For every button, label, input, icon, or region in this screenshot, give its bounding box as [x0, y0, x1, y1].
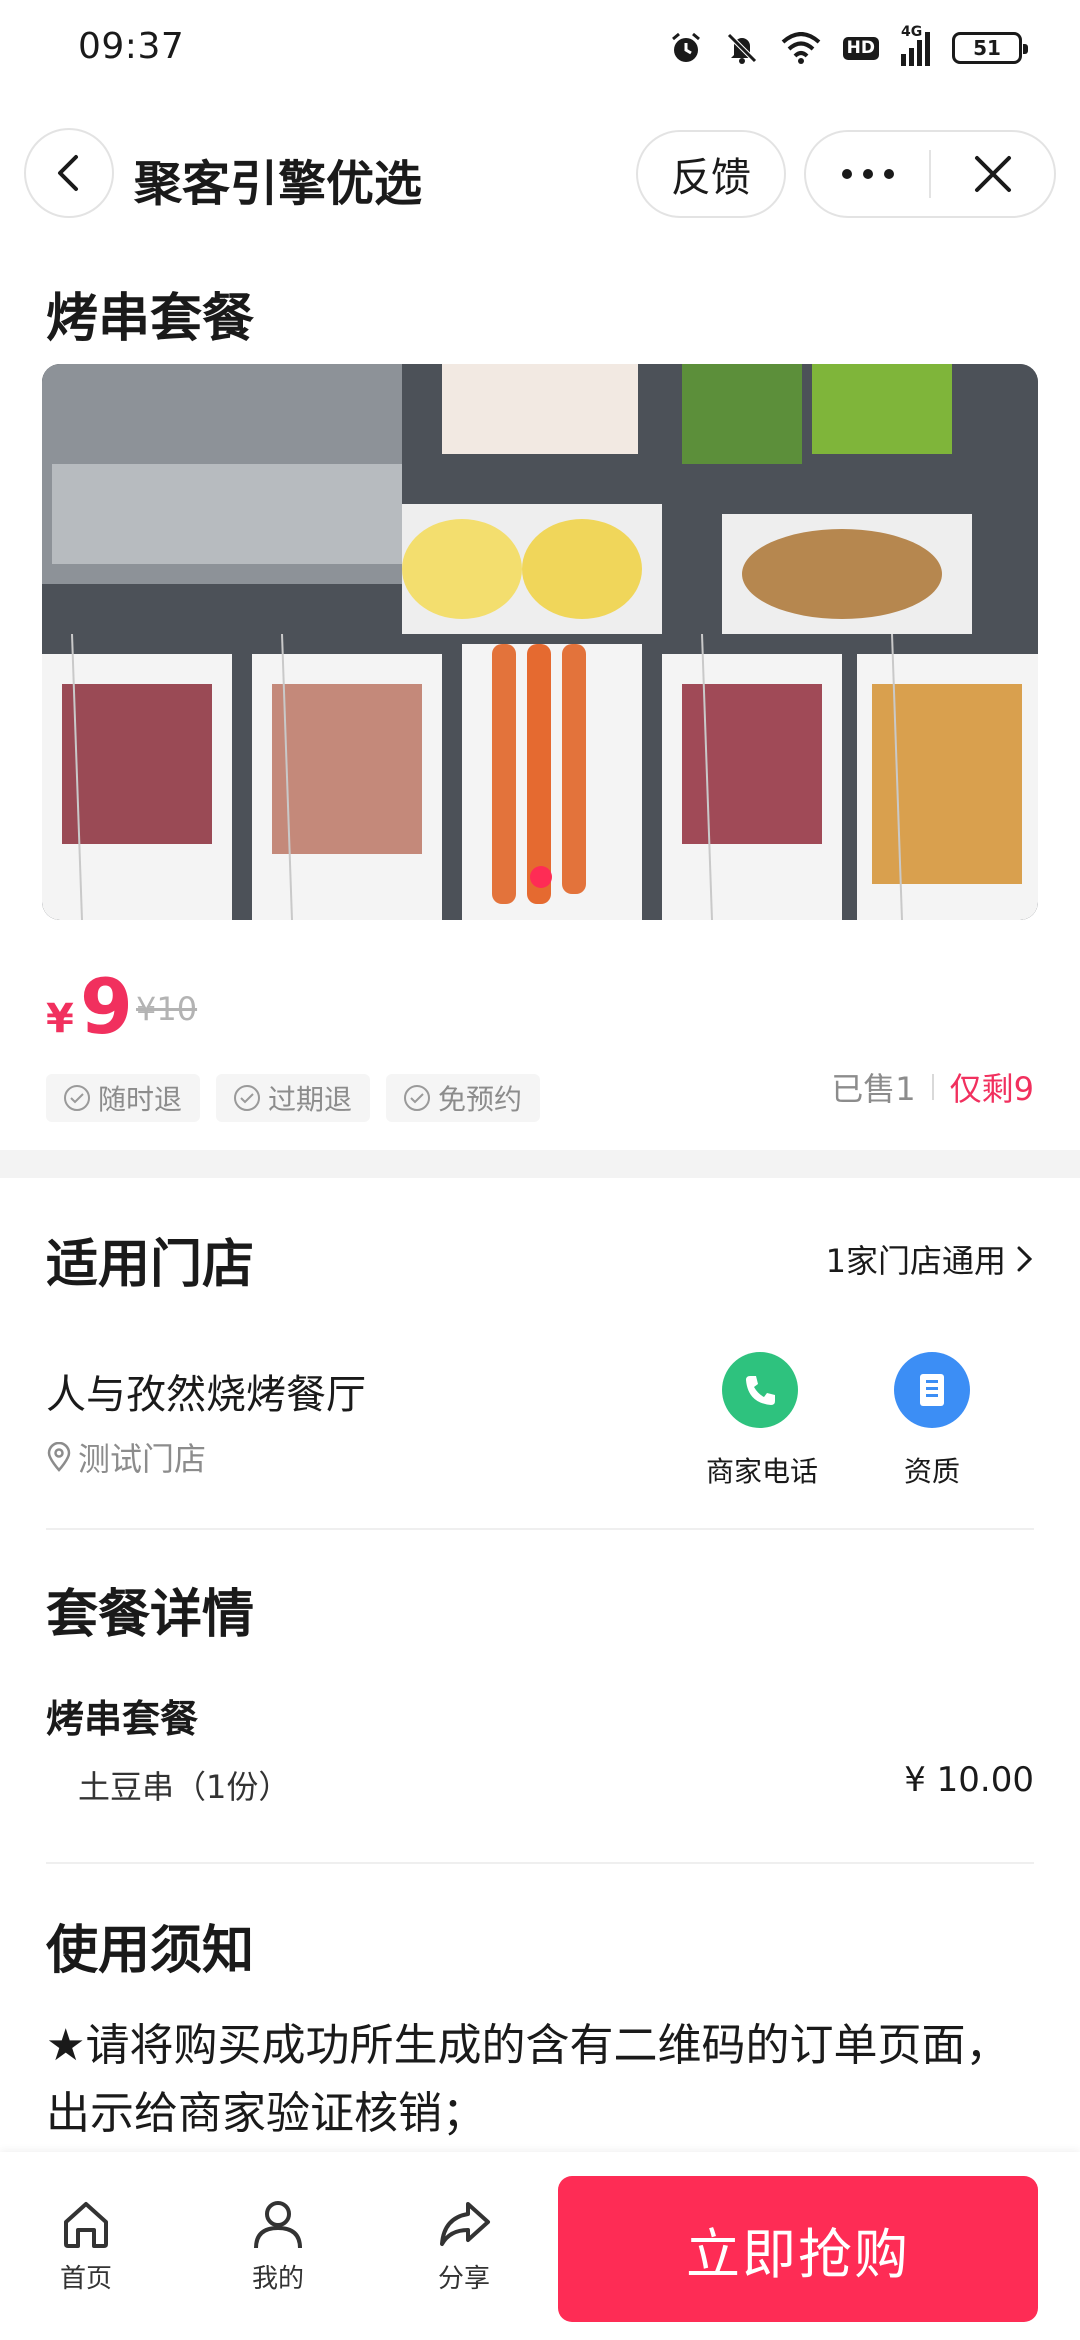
check-circle-icon: [234, 1085, 261, 1111]
battery-icon: 51: [952, 32, 1028, 64]
stores-section-title: 适用门店: [46, 1235, 255, 1295]
close-icon: [974, 156, 1011, 192]
location-pin-icon: [47, 1442, 71, 1472]
home-icon: [64, 2202, 108, 2248]
service-tags: 随时退 过期退 免预约: [46, 1074, 541, 1122]
wifi-icon: [781, 32, 820, 64]
license-button[interactable]: [894, 1352, 970, 1428]
hd-icon: HD: [842, 36, 879, 60]
buy-now-button[interactable]: 立即抢购: [558, 2176, 1038, 2322]
tab-share[interactable]: 分享: [436, 2196, 492, 2295]
check-circle-icon: [404, 1085, 431, 1111]
price-currency: ¥: [46, 996, 74, 1042]
tag-label: 免预约: [438, 1083, 523, 1116]
alarm-icon: [671, 32, 700, 62]
signal-label: 4G: [901, 24, 923, 40]
tab-mine[interactable]: 我的: [250, 2196, 306, 2295]
mini-program-capsule: [804, 130, 1056, 218]
document-icon: [920, 1374, 944, 1406]
bell-mute-icon: [726, 33, 757, 64]
package-section-title: 套餐详情: [46, 1585, 255, 1645]
store-count-label: 1家门店通用: [825, 1242, 1006, 1280]
sales-info: 已售1 仅剩9: [831, 1064, 1034, 1110]
chevron-right-icon: [1017, 1246, 1033, 1272]
carousel-indicator: [530, 866, 552, 888]
license-label[interactable]: 资质: [904, 1450, 960, 1490]
merchant-phone-button[interactable]: [722, 1352, 798, 1428]
remaining-stock: 仅剩9: [949, 1070, 1034, 1108]
status-time: 09:37: [78, 26, 185, 67]
status-icons: HD 4G 51: [669, 24, 1028, 70]
notice-section-title: 使用须知: [46, 1921, 255, 1981]
back-button[interactable]: [24, 128, 114, 218]
close-button[interactable]: [931, 132, 1054, 216]
more-dots-icon: [841, 169, 894, 179]
store-address-label: 测试门店: [78, 1440, 207, 1478]
more-button[interactable]: [806, 132, 929, 216]
store-name: 人与孜然烧烤餐厅: [46, 1372, 366, 1418]
tag-label: 随时退: [98, 1083, 183, 1116]
notice-text: ★请将购买成功所生成的含有二维码的订单页面，出示给商家验证核销；: [46, 2020, 1010, 2139]
feedback-button[interactable]: 反馈: [636, 130, 786, 218]
divider: [46, 1528, 1034, 1530]
tab-mine-label: 我的: [251, 2264, 304, 2294]
section-divider: [0, 1150, 1080, 1178]
product-photo[interactable]: [42, 364, 1038, 920]
tab-share-label: 分享: [437, 2264, 490, 2294]
tag-label: 过期退: [268, 1083, 353, 1116]
share-icon: [440, 2202, 490, 2246]
store-address: 测试门店: [46, 1434, 206, 1480]
package-subtitle: 烤串套餐: [46, 1697, 199, 1741]
phone-icon: [746, 1376, 775, 1405]
sales-divider: [931, 1074, 934, 1100]
product-image: [42, 364, 1038, 920]
check-circle-icon: [64, 1085, 90, 1111]
chevron-left-icon: [58, 155, 78, 191]
sold-count: 已售1: [831, 1070, 916, 1108]
original-price: ¥10: [136, 990, 198, 1028]
store-count-link[interactable]: 1家门店通用: [826, 1236, 1034, 1282]
tag-refund-anytime: 随时退: [46, 1074, 201, 1122]
battery-level: 51: [973, 36, 1001, 60]
signal-icon: 4G: [901, 24, 930, 66]
user-icon: [254, 2201, 302, 2249]
price: 9: [80, 962, 133, 1051]
tab-home[interactable]: 首页: [58, 2196, 114, 2295]
tab-home-label: 首页: [59, 2264, 112, 2294]
tag-no-reservation: 免预约: [386, 1074, 541, 1122]
package-item-price: ¥ 10.00: [904, 1760, 1034, 1800]
merchant-phone-label[interactable]: 商家电话: [706, 1450, 818, 1490]
tag-refund-expired: 过期退: [216, 1074, 371, 1122]
product-title: 烤串套餐: [46, 289, 255, 349]
divider: [46, 1862, 1034, 1864]
package-item: 土豆串（1份）: [78, 1768, 291, 1806]
page-title: 聚客引擎优选: [134, 156, 423, 212]
